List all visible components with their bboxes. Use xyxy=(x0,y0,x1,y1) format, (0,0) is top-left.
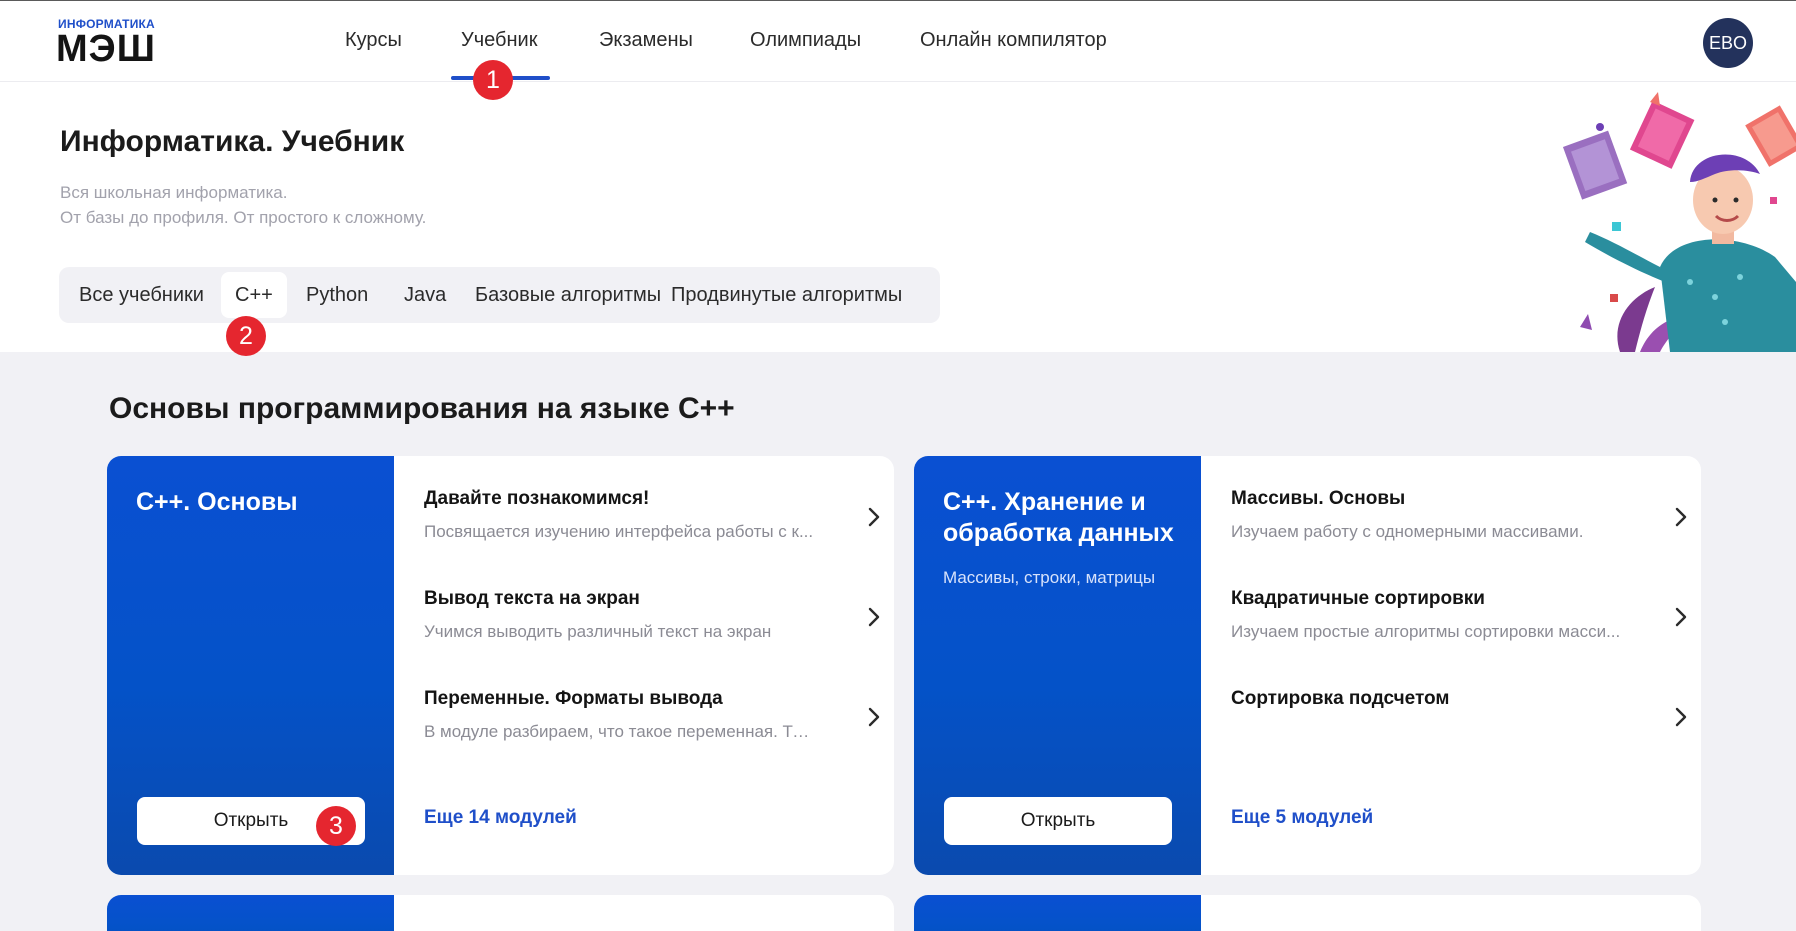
mesh-logo[interactable]: ИНФОРМАТИКА МЭШ xyxy=(56,17,168,70)
page-subtitle: Вся школьная информатика. От базы до про… xyxy=(60,180,426,230)
module-title: Вывод текста на экран xyxy=(424,588,640,609)
open-button[interactable]: Открыть xyxy=(944,797,1172,845)
nav-textbook[interactable]: Учебник xyxy=(461,29,537,52)
module-description: В модуле разбираем, что такое переменная… xyxy=(424,722,814,741)
annotation-badge-1: 1 xyxy=(473,60,513,100)
subtitle-line-1: Вся школьная информатика. xyxy=(60,183,288,202)
card-title: С++. Основы xyxy=(136,488,298,516)
module-title: Квадратичные сортировки xyxy=(1231,588,1485,609)
hero-section: Информатика. Учебник Вся школьная информ… xyxy=(0,82,1796,352)
tab-cpp[interactable]: C++ xyxy=(221,272,287,318)
course-card-partial xyxy=(107,895,894,931)
module-title: Давайте познакомимся! xyxy=(424,488,650,509)
chevron-right-icon[interactable] xyxy=(864,503,884,531)
illustration-reader xyxy=(1540,82,1796,352)
tab-python[interactable]: Python xyxy=(292,272,382,318)
nav-exams[interactable]: Экзамены xyxy=(599,29,693,52)
tab-all-textbooks[interactable]: Все учебники xyxy=(65,272,218,318)
nav-olympiads[interactable]: Олимпиады xyxy=(750,29,861,52)
chevron-right-icon[interactable] xyxy=(1671,703,1691,731)
module-title: Переменные. Форматы вывода xyxy=(424,688,723,709)
chevron-right-icon[interactable] xyxy=(864,603,884,631)
course-card-cpp-basics: С++. Основы Открыть Давайте познакомимся… xyxy=(107,456,894,875)
page-title: Информатика. Учебник xyxy=(60,125,405,158)
chevron-right-icon[interactable] xyxy=(1671,503,1691,531)
module-title: Сортировка подсчетом xyxy=(1231,688,1450,709)
logo-title: МЭШ xyxy=(56,28,156,70)
module-description: Изучаем работу с одномерными массивами. xyxy=(1231,522,1584,541)
tab-basic-algorithms[interactable]: Базовые алгоритмы xyxy=(461,272,675,318)
chevron-right-icon[interactable] xyxy=(1671,603,1691,631)
nav-courses[interactable]: Курсы xyxy=(345,29,402,52)
course-card-partial xyxy=(914,895,1701,931)
card-header-panel xyxy=(107,895,394,931)
course-card-cpp-data: С++. Хранение и обработка данных Массивы… xyxy=(914,456,1701,875)
module-item[interactable]: Давайте познакомимся! Посвящается изучен… xyxy=(424,488,880,558)
annotation-badge-2: 2 xyxy=(226,316,266,356)
subtitle-line-2: От базы до профиля. От простого к сложно… xyxy=(60,208,427,227)
card-header-panel xyxy=(914,895,1201,931)
module-title: Массивы. Основы xyxy=(1231,488,1406,509)
more-modules-link[interactable]: Еще 14 модулей xyxy=(424,807,577,829)
module-description: Посвящается изучению интерфейса работы с… xyxy=(424,522,814,541)
module-item[interactable]: Массивы. Основы Изучаем работу с одномер… xyxy=(1231,488,1687,558)
section-title: Основы программирования на языке С++ xyxy=(109,392,735,425)
module-item[interactable]: Вывод текста на экран Учимся выводить ра… xyxy=(424,588,880,658)
card-header-panel: С++. Хранение и обработка данных Массивы… xyxy=(914,456,1201,875)
top-navigation-bar: ИНФОРМАТИКА МЭШ Курсы Учебник Экзамены О… xyxy=(0,0,1796,82)
chevron-right-icon[interactable] xyxy=(864,703,884,731)
nav-online-compiler[interactable]: Онлайн компилятор xyxy=(920,29,1107,52)
module-description: Учимся выводить различный текст на экран xyxy=(424,622,772,641)
annotation-badge-3: 3 xyxy=(316,806,356,846)
textbook-tabs: Все учебники C++ Python Java Базовые алг… xyxy=(59,267,940,323)
more-modules-link[interactable]: Еще 5 модулей xyxy=(1231,807,1373,829)
user-avatar[interactable]: EBO xyxy=(1703,18,1753,68)
tab-java[interactable]: Java xyxy=(390,272,460,318)
module-description: Изучаем простые алгоритмы сортировки мас… xyxy=(1231,622,1621,641)
card-description: Массивы, строки, матрицы xyxy=(943,568,1156,587)
tab-advanced-algorithms[interactable]: Продвинутые алгоритмы xyxy=(657,272,916,318)
module-item[interactable]: Переменные. Форматы вывода В модуле разб… xyxy=(424,688,880,758)
card-title: С++. Хранение и обработка данных xyxy=(943,488,1174,547)
module-item[interactable]: Квадратичные сортировки Изучаем простые … xyxy=(1231,588,1687,658)
module-item[interactable]: Сортировка подсчетом xyxy=(1231,688,1687,758)
